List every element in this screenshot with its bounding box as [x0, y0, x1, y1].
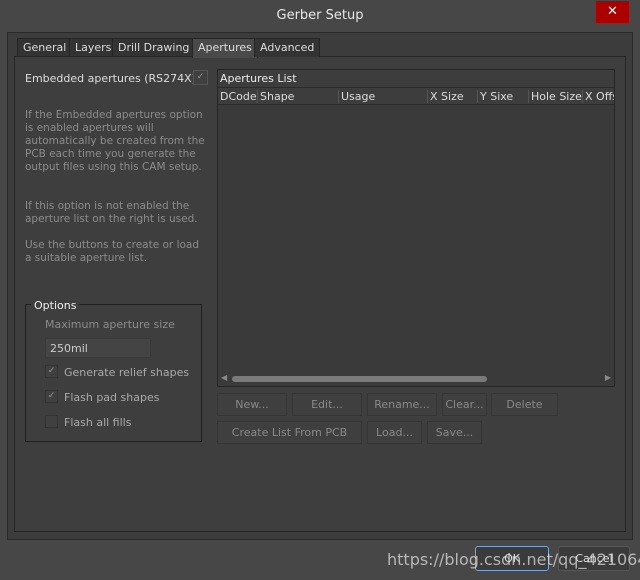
max-aperture-label: Maximum aperture size [45, 318, 175, 331]
scrollbar-thumb[interactable] [232, 376, 487, 382]
tab-advanced[interactable]: Advanced [254, 38, 321, 57]
flash-pad-checkbox[interactable]: ✓ [45, 390, 58, 403]
flash-pad-label: Flash pad shapes [64, 391, 160, 404]
horizontal-scrollbar[interactable]: ◀ ▶ [218, 372, 614, 386]
flash-fills-checkbox[interactable] [45, 415, 58, 428]
max-aperture-input[interactable]: 250mil [45, 338, 151, 358]
watermark: https://blog.csdn.net/qq_42106414 [387, 550, 640, 569]
description-3: Use the buttons to create or load a suit… [25, 239, 200, 264]
col-x-offset[interactable]: X Offs [582, 90, 614, 103]
new-button[interactable]: New... [217, 393, 287, 416]
options-title: Options [31, 299, 80, 312]
col-dcode[interactable]: DCode [218, 90, 257, 103]
generate-relief-label: Generate relief shapes [64, 366, 190, 379]
column-headers: DCode Shape Usage X Size Y Sixe Hole Siz… [218, 88, 614, 105]
tab-layers[interactable]: Layers [69, 38, 118, 57]
description-1: If the Embedded apertures option is enab… [25, 109, 205, 173]
apertures-list[interactable]: Apertures List DCode Shape Usage X Size … [217, 69, 615, 387]
clear-button[interactable]: Clear... [442, 393, 487, 416]
tab-drill-drawing[interactable]: Drill Drawing [112, 38, 196, 57]
col-shape[interactable]: Shape [257, 90, 294, 103]
scroll-left-icon[interactable]: ◀ [221, 373, 227, 382]
embedded-apertures-checkbox[interactable]: ✓ [193, 70, 208, 85]
embedded-apertures-label: Embedded apertures (RS274X) [25, 72, 196, 85]
col-y-size[interactable]: Y Sixe [477, 90, 513, 103]
col-x-size[interactable]: X Size [427, 90, 464, 103]
col-usage[interactable]: Usage [338, 90, 375, 103]
apertures-list-title: Apertures List [218, 70, 614, 88]
rename-button[interactable]: Rename... [367, 393, 437, 416]
description-2: If this option is not enabled the apertu… [25, 200, 198, 225]
delete-button[interactable]: Delete [491, 393, 558, 416]
generate-relief-checkbox[interactable]: ✓ [45, 365, 58, 378]
close-icon[interactable]: ✕ [596, 1, 629, 23]
load-button[interactable]: Load... [367, 421, 422, 444]
col-hole-size[interactable]: Hole Size [528, 90, 582, 103]
save-button[interactable]: Save... [427, 421, 482, 444]
create-list-button[interactable]: Create List From PCB [217, 421, 362, 444]
scroll-right-icon[interactable]: ▶ [605, 373, 611, 382]
window-title: Gerber Setup [276, 8, 364, 23]
edit-button[interactable]: Edit... [292, 393, 362, 416]
flash-fills-label: Flash all fills [64, 416, 132, 429]
tab-apertures[interactable]: Apertures [192, 38, 258, 58]
tab-general[interactable]: General [17, 38, 73, 57]
title-bar: Gerber Setup ✕ [0, 0, 640, 32]
